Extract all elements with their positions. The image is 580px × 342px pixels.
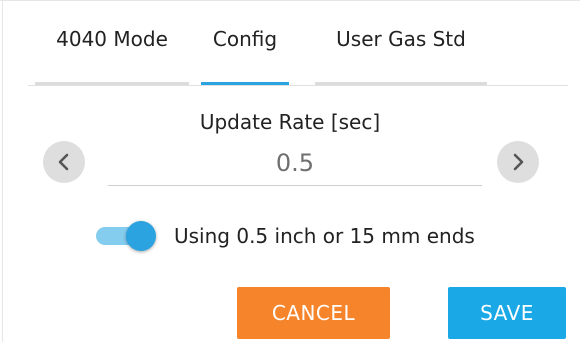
update-rate-input[interactable] [108,140,482,185]
cancel-button[interactable]: CANCEL [237,287,390,339]
tab-bar: 4040 Mode Config User Gas Std [0,0,580,86]
config-panel: 4040 Mode Config User Gas Std Update Rat… [0,0,580,342]
tab-4040-mode-label: 4040 Mode [56,27,168,51]
tab-config[interactable]: Config [201,0,289,86]
chevron-right-icon [513,153,524,171]
previous-button[interactable] [43,141,85,183]
chevron-left-icon [58,153,69,171]
ends-toggle-label: Using 0.5 inch or 15 mm ends [174,224,475,248]
update-rate-field[interactable] [108,140,482,186]
tab-divider [28,85,568,86]
tab-user-gas-std-label: User Gas Std [336,27,466,51]
save-button[interactable]: SAVE [448,287,566,339]
tab-config-label: Config [212,27,278,51]
ends-toggle[interactable] [96,221,160,251]
update-rate-label: Update Rate [sec] [199,110,381,134]
tab-4040-mode[interactable]: 4040 Mode [35,0,189,86]
tab-user-gas-std[interactable]: User Gas Std [315,0,487,86]
ends-toggle-thumb [126,221,156,251]
next-button[interactable] [497,141,539,183]
